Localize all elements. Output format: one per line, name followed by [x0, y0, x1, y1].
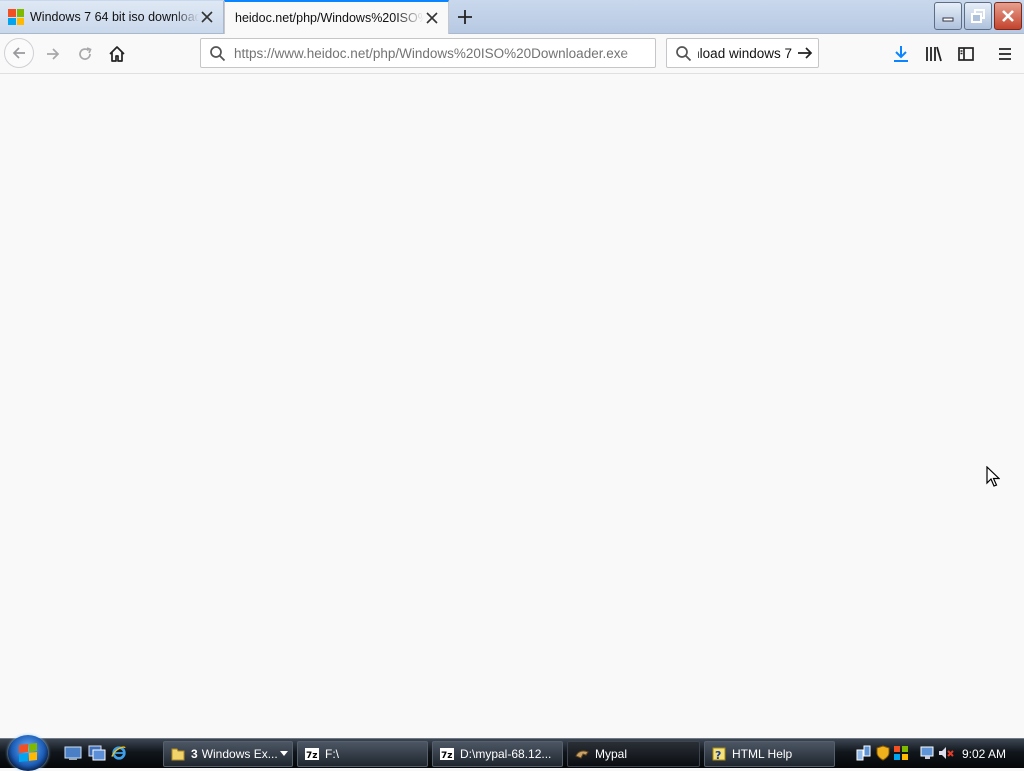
arrow-left-icon [12, 47, 25, 59]
taskbar-button-html-help[interactable]: ? HTML Help [704, 741, 835, 767]
help-icon: ? [712, 747, 726, 762]
downloads-button[interactable] [886, 38, 916, 70]
back-button[interactable] [4, 38, 34, 68]
shield-icon[interactable] [875, 745, 891, 761]
reload-icon [79, 47, 92, 60]
7zip-icon: 7z [440, 748, 454, 761]
search-input[interactable]: download windows 7 [698, 46, 792, 61]
close-tab-icon[interactable] [424, 10, 440, 26]
url-bar[interactable]: https://www.heidoc.net/php/Windows%20ISO… [200, 38, 656, 68]
windows-logo-icon [8, 9, 24, 25]
windows-flag-icon[interactable] [893, 745, 909, 761]
home-icon [109, 46, 125, 62]
plus-icon [458, 10, 472, 24]
internet-explorer-icon[interactable] [110, 745, 128, 761]
taskbar-button-windows-explorer[interactable]: 3 Windows Ex... [163, 741, 293, 767]
taskbar-button-7zip-mypal[interactable]: 7z D:\mypal-68.12... [432, 741, 563, 767]
menu-button[interactable] [990, 38, 1020, 70]
minimize-button[interactable] [934, 2, 962, 30]
arrow-right-icon [798, 47, 813, 59]
home-button[interactable] [101, 38, 133, 70]
restore-icon [971, 9, 985, 23]
url-text[interactable]: https://www.heidoc.net/php/Windows%20ISO… [234, 46, 655, 61]
tab-title: Windows 7 64 bit iso download [30, 10, 199, 24]
taskbar-button-label: F:\ [325, 747, 339, 761]
close-window-button[interactable] [994, 2, 1022, 30]
search-icon [676, 45, 692, 61]
mouse-cursor-icon [986, 465, 1001, 493]
search-bar[interactable]: download windows 7 [666, 38, 819, 68]
forward-button[interactable] [37, 38, 69, 70]
restore-button[interactable] [964, 2, 992, 30]
library-button[interactable] [919, 38, 949, 70]
reload-button[interactable] [69, 38, 101, 70]
close-tab-icon[interactable] [199, 9, 215, 25]
search-go-button[interactable] [792, 45, 818, 61]
taskbar-button-label: Windows Ex... [201, 747, 278, 761]
7zip-icon: 7z [305, 748, 319, 761]
chevron-down-icon [280, 751, 288, 756]
download-icon [894, 46, 908, 62]
show-desktop-icon[interactable] [64, 745, 82, 761]
window-count: 3 [191, 747, 198, 761]
clock[interactable]: 9:02 AM [962, 747, 1006, 761]
windows-flag-icon [19, 743, 37, 762]
sidebar-button[interactable] [951, 38, 981, 70]
navigation-toolbar: https://www.heidoc.net/php/Windows%20ISO… [0, 34, 1024, 74]
arrow-right-icon [47, 48, 60, 60]
network-icon[interactable] [856, 745, 872, 761]
taskbar-button-7zip-f[interactable]: 7z F:\ [297, 741, 428, 767]
page-content[interactable] [0, 74, 1024, 738]
new-tab-button[interactable] [454, 6, 476, 28]
tab-windows7-download[interactable]: Windows 7 64 bit iso download [0, 1, 224, 33]
svg-text:7z: 7z [306, 751, 318, 761]
minimize-icon [942, 17, 954, 22]
taskbar-button-label: Mypal [595, 747, 628, 761]
tab-strip: Windows 7 64 bit iso download heidoc.net… [0, 0, 1024, 34]
switch-windows-icon[interactable] [88, 745, 106, 761]
taskbar-button-mypal[interactable]: Mypal [567, 741, 700, 767]
taskbar-button-label: D:\mypal-68.12... [460, 747, 552, 761]
tab-heidoc[interactable]: heidoc.net/php/Windows%20ISO%20Downloade… [224, 0, 449, 34]
sidebar-icon [958, 47, 974, 61]
folder-icon [171, 748, 185, 761]
taskbar: 3 Windows Ex... 7z F:\ 7z D:\mypal-68.12… [0, 735, 1024, 771]
start-button[interactable] [8, 735, 48, 771]
taskbar-button-label: HTML Help [732, 747, 793, 761]
mypal-icon [575, 750, 589, 759]
tab-title: heidoc.net/php/Windows%20ISO%20Downloade… [235, 11, 424, 25]
display-icon[interactable] [920, 745, 936, 761]
svg-text:7z: 7z [441, 751, 453, 761]
hamburger-menu-icon [999, 48, 1011, 60]
volume-muted-icon[interactable] [938, 745, 954, 761]
svg-text:?: ? [715, 749, 721, 762]
library-icon [926, 46, 942, 62]
search-icon [210, 45, 226, 61]
close-icon [1002, 10, 1014, 22]
